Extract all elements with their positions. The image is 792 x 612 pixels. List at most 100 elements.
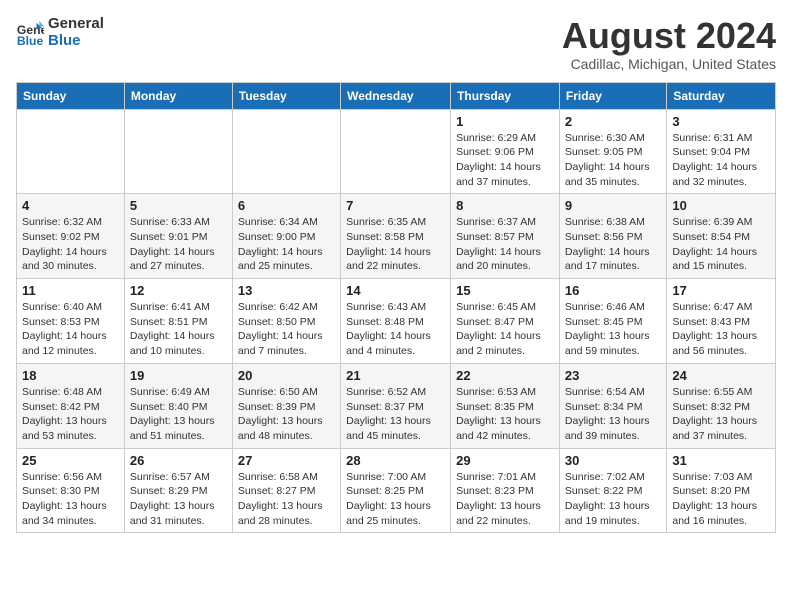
day-number: 24 xyxy=(672,368,770,383)
day-info: Sunrise: 6:32 AM Sunset: 9:02 PM Dayligh… xyxy=(22,215,119,274)
day-number: 14 xyxy=(346,283,445,298)
calendar-cell: 6Sunrise: 6:34 AM Sunset: 9:00 PM Daylig… xyxy=(232,194,340,279)
calendar-cell: 24 Sunrise: 6:55 AM Sunset: 8:32 PM Dayli… xyxy=(667,363,776,448)
month-title: August 2024 xyxy=(562,16,776,56)
logo-text: General Blue xyxy=(48,16,104,49)
day-header-wednesday: Wednesday xyxy=(341,82,451,109)
calendar-cell: 9Sunrise: 6:38 AM Sunset: 8:56 PM Daylig… xyxy=(559,194,666,279)
day-info: Sunrise: 6:42 AM Sunset: 8:50 PM Dayligh… xyxy=(238,300,335,359)
day-header-thursday: Thursday xyxy=(451,82,560,109)
calendar-cell: 29Sunrise: 7:01 AM Sunset: 8:23 PM Dayli… xyxy=(451,448,560,533)
day-info: Sunrise: 6:48 AM Sunset: 8:42 PM Dayligh… xyxy=(22,385,119,444)
day-number: 26 xyxy=(130,453,227,468)
day-number: 10 xyxy=(672,198,770,213)
calendar-cell: 19 Sunrise: 6:49 AM Sunset: 8:40 PM Dayli… xyxy=(124,363,232,448)
calendar-cell: 17 Sunrise: 6:47 AM Sunset: 8:43 PM Dayli… xyxy=(667,279,776,364)
day-header-sunday: Sunday xyxy=(17,82,125,109)
calendar-week-3: 11 Sunrise: 6:40 AM Sunset: 8:53 PM Dayli… xyxy=(17,279,776,364)
day-info: Sunrise: 6:35 AM Sunset: 8:58 PM Dayligh… xyxy=(346,215,445,274)
day-info: Sunrise: 7:03 AM Sunset: 8:20 PM Dayligh… xyxy=(672,470,770,529)
calendar-cell: 26 Sunrise: 6:57 AM Sunset: 8:29 PM Dayli… xyxy=(124,448,232,533)
day-info: Sunrise: 6:56 AM Sunset: 8:30 PM Dayligh… xyxy=(22,470,119,529)
day-number: 15 xyxy=(456,283,554,298)
day-info: Sunrise: 6:57 AM Sunset: 8:29 PM Dayligh… xyxy=(130,470,227,529)
calendar-cell xyxy=(232,109,340,194)
calendar-cell: 10 Sunrise: 6:39 AM Sunset: 8:54 PM Dayli… xyxy=(667,194,776,279)
calendar-week-4: 18 Sunrise: 6:48 AM Sunset: 8:42 PM Dayli… xyxy=(17,363,776,448)
logo: General Blue General Blue xyxy=(16,16,104,49)
day-info: Sunrise: 6:29 AM Sunset: 9:06 PM Dayligh… xyxy=(456,131,554,190)
calendar-cell: 1 Sunrise: 6:29 AM Sunset: 9:06 PM Daylig… xyxy=(451,109,560,194)
day-info: Sunrise: 6:55 AM Sunset: 8:32 PM Dayligh… xyxy=(672,385,770,444)
calendar-week-1: 1 Sunrise: 6:29 AM Sunset: 9:06 PM Daylig… xyxy=(17,109,776,194)
day-number: 7 xyxy=(346,198,445,213)
day-number: 18 xyxy=(22,368,119,383)
day-info: Sunrise: 7:01 AM Sunset: 8:23 PM Dayligh… xyxy=(456,470,554,529)
day-number: 20 xyxy=(238,368,335,383)
calendar-cell: 13Sunrise: 6:42 AM Sunset: 8:50 PM Dayli… xyxy=(232,279,340,364)
day-number: 19 xyxy=(130,368,227,383)
calendar-cell: 11 Sunrise: 6:40 AM Sunset: 8:53 PM Dayli… xyxy=(17,279,125,364)
calendar-cell: 8Sunrise: 6:37 AM Sunset: 8:57 PM Daylig… xyxy=(451,194,560,279)
day-info: Sunrise: 6:39 AM Sunset: 8:54 PM Dayligh… xyxy=(672,215,770,274)
day-info: Sunrise: 6:33 AM Sunset: 9:01 PM Dayligh… xyxy=(130,215,227,274)
day-number: 25 xyxy=(22,453,119,468)
day-number: 8 xyxy=(456,198,554,213)
day-info: Sunrise: 6:43 AM Sunset: 8:48 PM Dayligh… xyxy=(346,300,445,359)
day-number: 5 xyxy=(130,198,227,213)
day-info: Sunrise: 6:53 AM Sunset: 8:35 PM Dayligh… xyxy=(456,385,554,444)
day-number: 6 xyxy=(238,198,335,213)
calendar-cell: 12 Sunrise: 6:41 AM Sunset: 8:51 PM Dayli… xyxy=(124,279,232,364)
location-subtitle: Cadillac, Michigan, United States xyxy=(562,56,776,72)
calendar-cell xyxy=(341,109,451,194)
calendar-cell: 25 Sunrise: 6:56 AM Sunset: 8:30 PM Dayli… xyxy=(17,448,125,533)
day-info: Sunrise: 6:54 AM Sunset: 8:34 PM Dayligh… xyxy=(565,385,661,444)
day-number: 12 xyxy=(130,283,227,298)
day-info: Sunrise: 7:02 AM Sunset: 8:22 PM Dayligh… xyxy=(565,470,661,529)
day-header-monday: Monday xyxy=(124,82,232,109)
day-number: 31 xyxy=(672,453,770,468)
calendar-cell: 4 Sunrise: 6:32 AM Sunset: 9:02 PM Daylig… xyxy=(17,194,125,279)
calendar-cell: 7 Sunrise: 6:35 AM Sunset: 8:58 PM Daylig… xyxy=(341,194,451,279)
day-number: 21 xyxy=(346,368,445,383)
calendar-cell: 5 Sunrise: 6:33 AM Sunset: 9:01 PM Daylig… xyxy=(124,194,232,279)
calendar-cell: 18 Sunrise: 6:48 AM Sunset: 8:42 PM Dayli… xyxy=(17,363,125,448)
day-info: Sunrise: 6:49 AM Sunset: 8:40 PM Dayligh… xyxy=(130,385,227,444)
calendar-cell: 27Sunrise: 6:58 AM Sunset: 8:27 PM Dayli… xyxy=(232,448,340,533)
day-info: Sunrise: 6:58 AM Sunset: 8:27 PM Dayligh… xyxy=(238,470,335,529)
day-number: 4 xyxy=(22,198,119,213)
day-number: 17 xyxy=(672,283,770,298)
day-number: 2 xyxy=(565,114,661,129)
page-header: General Blue General Blue August 2024 Ca… xyxy=(16,16,776,72)
day-info: Sunrise: 6:31 AM Sunset: 9:04 PM Dayligh… xyxy=(672,131,770,190)
calendar-cell: 15 Sunrise: 6:45 AM Sunset: 8:47 PM Dayli… xyxy=(451,279,560,364)
day-number: 1 xyxy=(456,114,554,129)
day-info: Sunrise: 6:41 AM Sunset: 8:51 PM Dayligh… xyxy=(130,300,227,359)
calendar-cell: 31 Sunrise: 7:03 AM Sunset: 8:20 PM Dayli… xyxy=(667,448,776,533)
calendar-week-2: 4 Sunrise: 6:32 AM Sunset: 9:02 PM Daylig… xyxy=(17,194,776,279)
day-header-tuesday: Tuesday xyxy=(232,82,340,109)
day-number: 3 xyxy=(672,114,770,129)
day-number: 30 xyxy=(565,453,661,468)
calendar-cell: 22Sunrise: 6:53 AM Sunset: 8:35 PM Dayli… xyxy=(451,363,560,448)
day-header-saturday: Saturday xyxy=(667,82,776,109)
day-info: Sunrise: 6:38 AM Sunset: 8:56 PM Dayligh… xyxy=(565,215,661,274)
day-number: 16 xyxy=(565,283,661,298)
day-info: Sunrise: 6:47 AM Sunset: 8:43 PM Dayligh… xyxy=(672,300,770,359)
day-info: Sunrise: 6:52 AM Sunset: 8:37 PM Dayligh… xyxy=(346,385,445,444)
logo-icon: General Blue xyxy=(16,19,44,47)
day-info: Sunrise: 6:46 AM Sunset: 8:45 PM Dayligh… xyxy=(565,300,661,359)
calendar-cell: 23Sunrise: 6:54 AM Sunset: 8:34 PM Dayli… xyxy=(559,363,666,448)
calendar-cell: 30 Sunrise: 7:02 AM Sunset: 8:22 PM Dayli… xyxy=(559,448,666,533)
day-info: Sunrise: 6:40 AM Sunset: 8:53 PM Dayligh… xyxy=(22,300,119,359)
day-info: Sunrise: 6:50 AM Sunset: 8:39 PM Dayligh… xyxy=(238,385,335,444)
calendar-cell: 21 Sunrise: 6:52 AM Sunset: 8:37 PM Dayli… xyxy=(341,363,451,448)
calendar-cell: 16 Sunrise: 6:46 AM Sunset: 8:45 PM Dayli… xyxy=(559,279,666,364)
day-number: 28 xyxy=(346,453,445,468)
day-number: 11 xyxy=(22,283,119,298)
calendar-cell: 28 Sunrise: 7:00 AM Sunset: 8:25 PM Dayli… xyxy=(341,448,451,533)
calendar-cell: 3 Sunrise: 6:31 AM Sunset: 9:04 PM Daylig… xyxy=(667,109,776,194)
day-info: Sunrise: 6:45 AM Sunset: 8:47 PM Dayligh… xyxy=(456,300,554,359)
calendar-cell: 20 Sunrise: 6:50 AM Sunset: 8:39 PM Dayli… xyxy=(232,363,340,448)
day-info: Sunrise: 7:00 AM Sunset: 8:25 PM Dayligh… xyxy=(346,470,445,529)
